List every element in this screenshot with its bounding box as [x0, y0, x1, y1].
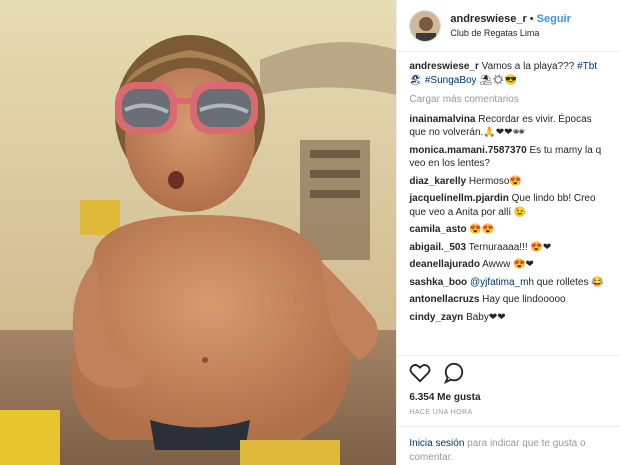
- comment: abigail._503 Ternuraaaa!!! 😍❤: [409, 241, 608, 255]
- comment: inainamalvina Recordar es vivir. Épocas …: [409, 113, 608, 140]
- comment-text: Ternuraaaa!!! 😍❤: [468, 241, 552, 253]
- comment-text: Baby❤❤: [466, 311, 506, 323]
- caption-username[interactable]: andreswiese_r: [409, 61, 479, 72]
- follow-button[interactable]: Seguir: [537, 13, 571, 25]
- caption: andreswiese_r Vamos a la playa??? #Tbt🏖 …: [409, 60, 608, 87]
- hashtag-sungaboy[interactable]: #SungaBoy: [425, 75, 477, 86]
- comment: sashka_boo @yjfatima_mh que rolletes 😂: [409, 276, 608, 290]
- comment-username[interactable]: sashka_boo: [409, 277, 467, 288]
- caption-emoji: ⛱☀😎: [476, 74, 518, 86]
- comment: jacquelinellm.pjardin Que lindo bb! Creo…: [409, 192, 608, 219]
- comment: camila_asto 😍😍: [409, 223, 608, 237]
- comment-username[interactable]: cindy_zayn: [409, 312, 463, 323]
- comment-username[interactable]: abigail._503: [409, 242, 466, 253]
- comments-list: andreswiese_r Vamos a la playa??? #Tbt🏖 …: [397, 52, 620, 355]
- comment-text: que rolletes 😂: [534, 276, 604, 288]
- load-more-comments[interactable]: Cargar más comentarios: [409, 93, 608, 107]
- post-header: andreswiese_r • Seguir Club de Regatas Lim…: [397, 0, 620, 52]
- comment-username[interactable]: monica.mamani.7587370: [409, 145, 526, 156]
- action-icons: [409, 362, 608, 388]
- like-count[interactable]: 6.354 Me gusta: [409, 392, 608, 403]
- comment-text: Hay que lindooooo: [482, 294, 566, 305]
- comment-username[interactable]: antonellacruzs: [409, 294, 479, 305]
- comment: monica.mamani.7587370 Es tu mamy la q ve…: [409, 144, 608, 171]
- child-photo-illustration: [0, 0, 397, 465]
- comment-username[interactable]: inainamalvina: [409, 114, 475, 125]
- caption-text: Vamos a la playa???: [481, 61, 578, 72]
- comment: antonellacruzs Hay que lindooooo: [409, 293, 608, 307]
- avatar[interactable]: [409, 9, 442, 42]
- location-link[interactable]: Club de Regatas Lima: [450, 28, 571, 39]
- header-text: andreswiese_r • Seguir Club de Regatas Lim…: [450, 13, 571, 39]
- comment-username[interactable]: diaz_karelly: [409, 176, 466, 187]
- heart-icon[interactable]: [409, 363, 431, 388]
- comment-text: Hermoso😍: [468, 175, 522, 187]
- comment-username[interactable]: jacquelinellm.pjardin: [409, 193, 508, 204]
- post-sidebar: andreswiese_r • Seguir Club de Regatas Lim…: [396, 0, 620, 465]
- comment-text: 😍😍: [469, 224, 495, 235]
- avatar-image: [410, 10, 441, 41]
- comment: cindy_zayn Baby❤❤: [409, 311, 608, 325]
- post-actions: 6.354 Me gusta HACE UNA HORA: [397, 355, 620, 416]
- instagram-post: andreswiese_r • Seguir Club de Regatas Lim…: [0, 0, 620, 465]
- comment-mention[interactable]: @yjfatima_mh: [470, 277, 534, 288]
- comment: deanellajurado Awww 😍❤: [409, 258, 608, 272]
- post-photo: [0, 0, 397, 465]
- login-prompt: Inicia sesión para indicar que te gusta …: [397, 426, 620, 465]
- timestamp: HACE UNA HORA: [409, 409, 473, 416]
- comment-icon[interactable]: [443, 362, 465, 389]
- comment-text: Awww 😍❤: [482, 259, 534, 270]
- login-link[interactable]: Inicia sesión: [409, 438, 464, 449]
- header-top-line: andreswiese_r • Seguir: [450, 13, 571, 26]
- separator-dot: •: [529, 12, 534, 25]
- comment: diaz_karelly Hermoso😍: [409, 175, 608, 189]
- username-link[interactable]: andreswiese_r: [450, 13, 526, 25]
- comment-username[interactable]: camila_asto: [409, 224, 466, 235]
- comment-username[interactable]: deanellajurado: [409, 259, 480, 270]
